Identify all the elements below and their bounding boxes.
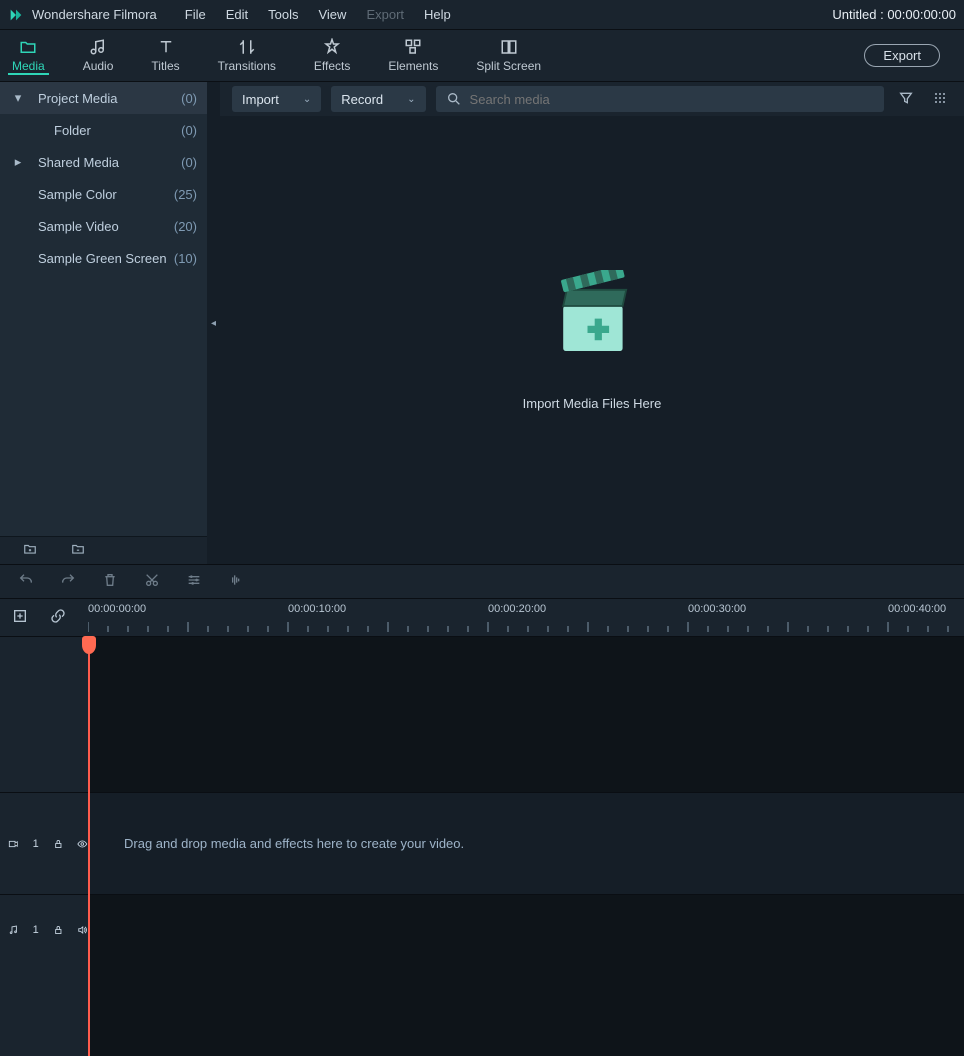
transition-icon: [237, 38, 257, 56]
audio-track-number: 1: [33, 924, 39, 936]
folder-icon: [18, 38, 38, 56]
tab-titles[interactable]: Titles: [147, 36, 183, 75]
panel-collapse-handle[interactable]: ◂: [207, 82, 220, 564]
app-logo-icon: [8, 7, 24, 23]
menu-edit[interactable]: Edit: [226, 7, 248, 22]
video-track-number: 1: [33, 838, 39, 850]
redo-button[interactable]: [60, 572, 76, 591]
cut-button[interactable]: [144, 572, 160, 591]
video-track-header: 1: [0, 792, 88, 894]
eye-icon[interactable]: [77, 838, 88, 850]
playhead[interactable]: [88, 636, 90, 1056]
import-dropzone[interactable]: Import Media Files Here: [220, 116, 964, 564]
export-button[interactable]: Export: [864, 44, 940, 67]
import-dropdown[interactable]: Import⌄: [232, 86, 321, 112]
timeline: 00:00:00:00 00:00:10:00 00:00:20:00 00:0…: [0, 564, 964, 1056]
dropzone-label: Import Media Files Here: [523, 396, 662, 411]
effects-icon: [322, 38, 342, 56]
sidebar-footer: [0, 536, 207, 564]
chevron-right-icon: ▸: [12, 154, 24, 170]
video-track[interactable]: 1 Drag and drop media and effects here t…: [0, 792, 964, 894]
main-tabs: Media Audio Titles Transitions Effects E…: [0, 30, 964, 82]
split-screen-icon: [499, 38, 519, 56]
track-spacer-bottom: [0, 964, 964, 1056]
menu-help[interactable]: Help: [424, 7, 451, 22]
track-spacer: [0, 636, 964, 792]
search-media[interactable]: [436, 86, 884, 112]
search-icon: [446, 91, 462, 107]
timeline-tracks: 1 Drag and drop media and effects here t…: [0, 636, 964, 1056]
sidebar-item-sample-green-screen[interactable]: Sample Green Screen (10): [0, 242, 207, 274]
chevron-left-icon: ◂: [211, 318, 216, 329]
clapperboard-icon: [547, 270, 637, 360]
tab-effects[interactable]: Effects: [310, 36, 354, 75]
chevron-down-icon: ▾: [12, 90, 24, 106]
search-input[interactable]: [470, 92, 874, 107]
record-dropdown[interactable]: Record⌄: [331, 86, 425, 112]
filter-button[interactable]: [894, 86, 918, 113]
audio-track[interactable]: 1: [0, 894, 964, 964]
chevron-down-icon: ⌄: [407, 94, 415, 105]
link-button[interactable]: [50, 608, 66, 627]
audio-wave-button[interactable]: [228, 572, 244, 591]
timeline-ruler[interactable]: 00:00:00:00 00:00:10:00 00:00:20:00 00:0…: [88, 599, 964, 636]
media-panel: Import⌄ Record⌄: [220, 82, 964, 564]
document-title: Untitled : 00:00:00:00: [832, 7, 956, 22]
app-title: Wondershare Filmora: [32, 7, 157, 22]
track-hint: Drag and drop media and effects here to …: [124, 836, 464, 851]
adjust-button[interactable]: [186, 572, 202, 591]
audio-track-header: 1: [0, 894, 88, 964]
chevron-down-icon: ⌄: [303, 94, 311, 105]
sidebar-item-shared-media[interactable]: ▸ Shared Media (0): [0, 146, 207, 178]
delete-folder-button[interactable]: [70, 542, 86, 559]
text-icon: [156, 38, 176, 56]
music-icon: [88, 38, 108, 56]
video-icon: [8, 838, 19, 850]
timeline-tools: [0, 564, 964, 598]
add-marker-button[interactable]: [12, 608, 28, 627]
delete-button[interactable]: [102, 572, 118, 591]
tab-media[interactable]: Media: [8, 36, 49, 75]
tab-audio[interactable]: Audio: [79, 36, 118, 75]
media-sidebar: ▾ Project Media (0) Folder (0) ▸ Shared …: [0, 82, 207, 564]
sidebar-item-project-media[interactable]: ▾ Project Media (0): [0, 82, 207, 114]
new-folder-button[interactable]: [22, 542, 38, 559]
sidebar-item-folder[interactable]: Folder (0): [0, 114, 207, 146]
sidebar-item-sample-color[interactable]: Sample Color (25): [0, 178, 207, 210]
menu-export[interactable]: Export: [366, 7, 404, 22]
menu-file[interactable]: File: [185, 7, 206, 22]
tab-transitions[interactable]: Transitions: [214, 36, 280, 75]
menubar: Wondershare Filmora File Edit Tools View…: [0, 0, 964, 30]
audio-track-body[interactable]: [88, 894, 964, 964]
tab-split-screen[interactable]: Split Screen: [472, 36, 545, 75]
menu-tools[interactable]: Tools: [268, 7, 298, 22]
grid-view-button[interactable]: [928, 86, 952, 113]
lock-icon[interactable]: [53, 838, 64, 850]
video-track-body[interactable]: Drag and drop media and effects here to …: [88, 792, 964, 894]
music-note-icon: [8, 924, 19, 936]
lock-icon[interactable]: [53, 924, 64, 936]
media-toolbar: Import⌄ Record⌄: [220, 82, 964, 116]
elements-icon: [403, 38, 423, 56]
speaker-icon[interactable]: [77, 924, 88, 936]
tab-elements[interactable]: Elements: [384, 36, 442, 75]
undo-button[interactable]: [18, 572, 34, 591]
menu-view[interactable]: View: [318, 7, 346, 22]
sidebar-item-sample-video[interactable]: Sample Video (20): [0, 210, 207, 242]
